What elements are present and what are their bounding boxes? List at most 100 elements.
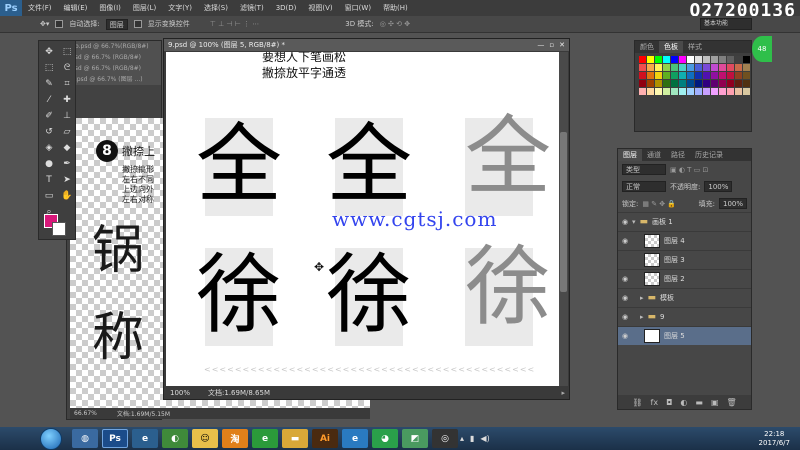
- color-swatch[interactable]: [647, 80, 654, 87]
- network-icon[interactable]: ▮: [470, 434, 474, 443]
- lasso-tool-icon[interactable]: ᘓ: [59, 61, 75, 75]
- color-swatch[interactable]: [727, 80, 734, 87]
- color-swatch[interactable]: [719, 80, 726, 87]
- tab-paths[interactable]: 路径: [666, 149, 690, 161]
- layer-row[interactable]: ◉ 图层 2: [618, 269, 751, 288]
- color-swatch[interactable]: [727, 56, 734, 63]
- auto-select-checkbox[interactable]: [55, 20, 64, 28]
- color-swatch[interactable]: [743, 56, 750, 63]
- menu-item[interactable]: 编辑(E): [58, 0, 94, 16]
- menu-item[interactable]: 文字(Y): [162, 0, 198, 16]
- color-swatch[interactable]: [719, 56, 726, 63]
- color-swatch[interactable]: [639, 56, 646, 63]
- color-swatch[interactable]: [687, 80, 694, 87]
- color-swatch[interactable]: [639, 80, 646, 87]
- tab-history[interactable]: 历史记录: [690, 149, 728, 161]
- clone-stamp-icon[interactable]: ⊥: [59, 109, 75, 123]
- color-swatch[interactable]: [687, 72, 694, 79]
- menu-item[interactable]: 文件(F): [22, 0, 58, 16]
- menu-item[interactable]: 窗口(W): [339, 0, 377, 16]
- taskbar-clock[interactable]: 22:18 2017/6/7: [759, 430, 790, 448]
- color-swatch[interactable]: [695, 64, 702, 71]
- new-group-icon[interactable]: ▬: [695, 398, 703, 407]
- adjustment-layer-icon[interactable]: ◐: [680, 398, 687, 407]
- illustrator-taskbar-icon[interactable]: Ai: [312, 429, 338, 448]
- color-swatch[interactable]: [735, 64, 742, 71]
- scrollbar-thumb[interactable]: [560, 132, 567, 292]
- type-tool-icon[interactable]: T: [41, 173, 57, 187]
- quick-select-icon[interactable]: ✎: [41, 77, 57, 91]
- color-swatch[interactable]: [695, 72, 702, 79]
- menu-item[interactable]: 图像(I): [93, 0, 127, 16]
- visibility-eye-icon[interactable]: ◉: [618, 294, 632, 302]
- add-mask-icon[interactable]: ◘: [666, 398, 672, 407]
- photoshop-taskbar-icon[interactable]: Ps: [102, 429, 128, 448]
- status-arrow-icon[interactable]: ▸: [561, 389, 565, 397]
- layer-row[interactable]: ◉ ▸ ▬ 9: [618, 307, 751, 326]
- layer-style-icon[interactable]: fx: [651, 398, 659, 407]
- color-swatch[interactable]: [743, 80, 750, 87]
- visibility-eye-icon[interactable]: ◉: [618, 218, 632, 226]
- color-swatch[interactable]: [663, 80, 670, 87]
- workspace-dropdown[interactable]: 基本功能: [700, 18, 752, 30]
- color-swatch[interactable]: [687, 64, 694, 71]
- color-swatch[interactable]: [703, 56, 710, 63]
- back-doc-tab[interactable]: 6b.psd @ 66.7%(RGB/8#): [67, 41, 161, 52]
- tray-up-icon[interactable]: ▴: [460, 434, 464, 443]
- artboard-tool-icon[interactable]: ⬚: [59, 45, 75, 59]
- color-swatch[interactable]: [711, 64, 718, 71]
- minimize-icon[interactable]: —: [537, 41, 544, 49]
- taobao-taskbar-icon[interactable]: 淘: [222, 429, 248, 448]
- visibility-eye-icon[interactable]: ◉: [618, 313, 632, 321]
- color-swatch[interactable]: [671, 88, 678, 95]
- lock-icons[interactable]: ▦ ✎ ✥ 🔒: [642, 200, 676, 208]
- visibility-eye-icon[interactable]: ◉: [618, 275, 632, 283]
- tab-channels[interactable]: 通道: [642, 149, 666, 161]
- link-layers-icon[interactable]: ⛓: [632, 398, 642, 407]
- volume-icon[interactable]: ◀): [480, 434, 489, 443]
- color-swatch[interactable]: [679, 80, 686, 87]
- color-swatch[interactable]: [639, 72, 646, 79]
- layer-row[interactable]: ◉ 图层 4: [618, 231, 751, 250]
- color-swatch[interactable]: [719, 88, 726, 95]
- show-transform-checkbox[interactable]: [133, 20, 142, 28]
- dodge-tool-icon[interactable]: ●: [41, 157, 57, 171]
- maximize-icon[interactable]: ▫: [549, 41, 554, 49]
- color-swatch[interactable]: [647, 56, 654, 63]
- main-zoom-level[interactable]: 100%: [170, 389, 190, 397]
- color-swatch[interactable]: [647, 72, 654, 79]
- browser-taskbar-icon[interactable]: ◐: [162, 429, 188, 448]
- auto-select-dropdown[interactable]: 图层: [105, 18, 128, 30]
- visibility-eye-icon[interactable]: ◉: [618, 237, 632, 245]
- color-swatch[interactable]: [735, 88, 742, 95]
- color-swatch[interactable]: [743, 88, 750, 95]
- back-doc-tab[interactable]: psd @ 66.7% (RGB/8#): [67, 52, 161, 63]
- background-color-swatch[interactable]: [52, 222, 66, 236]
- rectangle-tool-icon[interactable]: ▭: [41, 189, 57, 203]
- color-swatch[interactable]: [735, 80, 742, 87]
- color-swatch[interactable]: [719, 64, 726, 71]
- color-swatch[interactable]: [639, 88, 646, 95]
- recorder-taskbar-icon[interactable]: ◎: [432, 429, 458, 448]
- color-swatch[interactable]: [663, 72, 670, 79]
- color-swatch[interactable]: [743, 64, 750, 71]
- browser-taskbar-icon[interactable]: e: [252, 429, 278, 448]
- color-swatch[interactable]: [711, 56, 718, 63]
- tab-swatches[interactable]: 色板: [659, 41, 683, 53]
- color-swatch[interactable]: [727, 88, 734, 95]
- taskbar-app-icon[interactable]: ◍: [72, 429, 98, 448]
- app-taskbar-icon[interactable]: ◩: [402, 429, 428, 448]
- color-swatch[interactable]: [695, 56, 702, 63]
- delete-layer-icon[interactable]: 🗑: [727, 398, 737, 407]
- close-icon[interactable]: ✕: [559, 41, 565, 49]
- color-swatch[interactable]: [711, 88, 718, 95]
- filter-icons[interactable]: ▣ ◐ T ▭ ⊡: [670, 166, 708, 174]
- healing-brush-icon[interactable]: ✚: [59, 93, 75, 107]
- layer-row-selected[interactable]: ◉ 图层 5: [618, 326, 751, 345]
- qq-taskbar-icon[interactable]: ☺: [192, 429, 218, 448]
- color-swatch[interactable]: [655, 56, 662, 63]
- color-swatch[interactable]: [679, 72, 686, 79]
- menu-item[interactable]: 滤镜(T): [234, 0, 270, 16]
- main-canvas[interactable]: 要想人下笔画松 撇捺放平字通透 全 全 全 徐 徐 徐 www.cgtsj.co…: [166, 52, 559, 386]
- main-doc-tab[interactable]: 9.psd @ 100% (图层 5, RGB/8#) * — ▫ ✕: [164, 39, 569, 51]
